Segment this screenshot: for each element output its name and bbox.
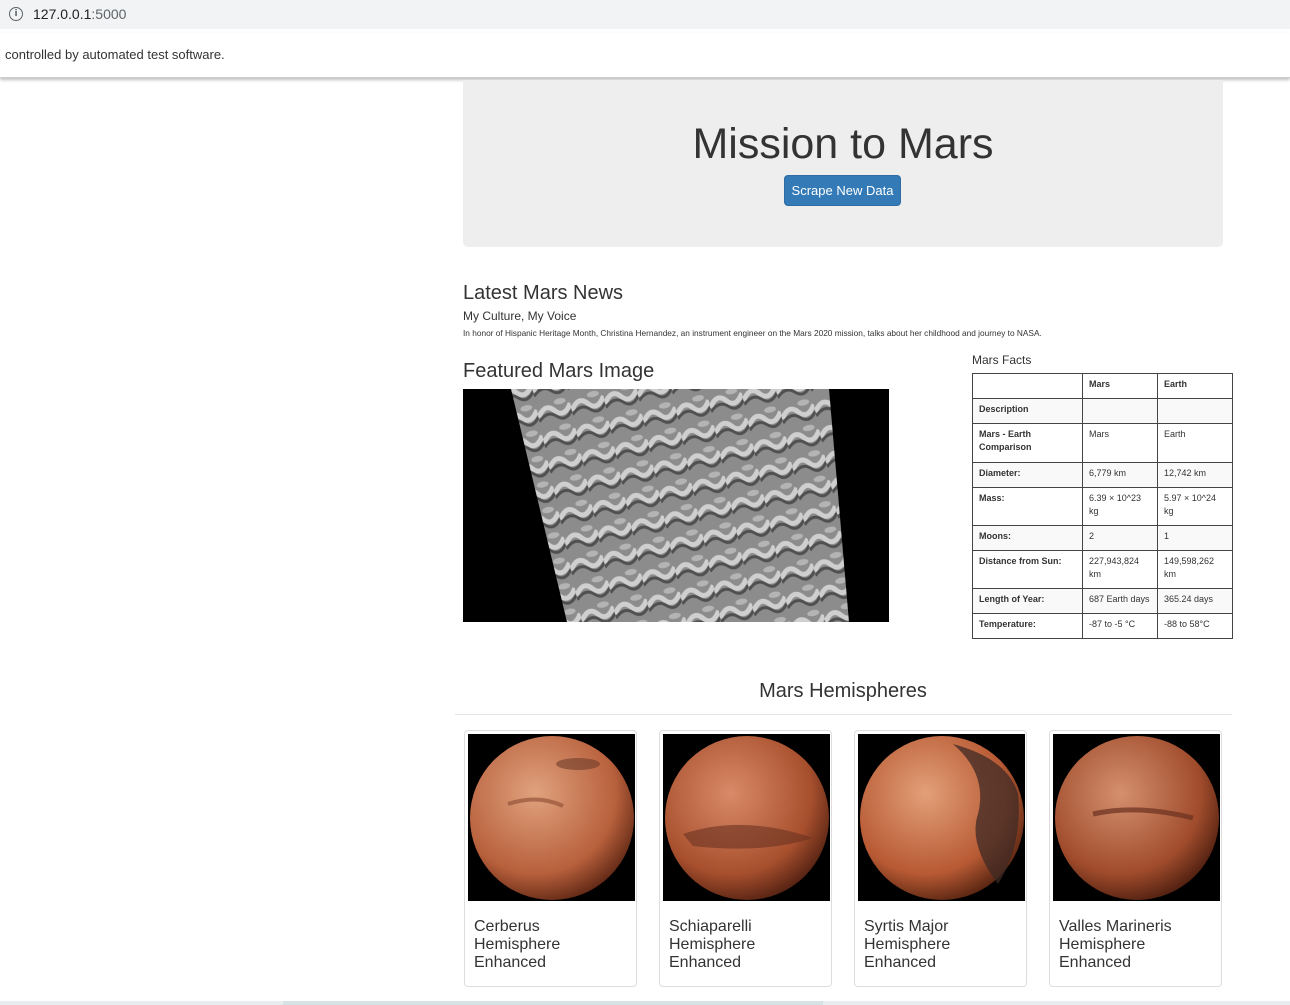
divider xyxy=(455,714,1232,715)
hemisphere-card-cerberus[interactable]: Cerberus Hemisphere Enhanced xyxy=(464,730,637,987)
earth-value: 5.97 × 10^24 kg xyxy=(1157,487,1233,526)
hemisphere-image[interactable] xyxy=(663,734,830,901)
automation-infobar: controlled by automated test software. xyxy=(0,33,1290,78)
page-title: Mission to Mars xyxy=(692,120,994,168)
mars-value: 6.39 × 10^23 kg xyxy=(1082,487,1158,526)
earth-value: Earth xyxy=(1157,423,1233,463)
mars-facts-table: Mars Earth Description Mars - Earth Comp… xyxy=(972,373,1233,639)
row-label: Moons: xyxy=(972,525,1083,551)
url-port: :5000 xyxy=(91,6,127,22)
hemisphere-image[interactable] xyxy=(468,734,635,901)
hemisphere-card-schiaparelli[interactable]: Schiaparelli Hemisphere Enhanced xyxy=(659,730,832,987)
row-label: Description xyxy=(972,398,1083,424)
hemispheres-title: Mars Hemispheres xyxy=(759,680,927,702)
hemisphere-title: Schiaparelli Hemisphere Enhanced xyxy=(669,918,824,972)
url-text[interactable]: 127.0.0.1:5000 xyxy=(33,6,126,22)
hemisphere-title: Valles Marineris Hemisphere Enhanced xyxy=(1059,918,1214,972)
news-headline: My Culture, My Voice xyxy=(463,309,577,323)
row-label: Diameter: xyxy=(972,462,1083,488)
table-row: Description xyxy=(972,398,1233,424)
table-row: Temperature: -87 to -5 °C -88 to 58°C xyxy=(972,613,1233,639)
caption-line: Enhanced xyxy=(864,954,937,971)
url-host: 127.0.0.1 xyxy=(33,6,92,22)
earth-value xyxy=(1157,398,1233,424)
caption-line: Hemisphere xyxy=(474,936,561,953)
news-section-title: Latest Mars News xyxy=(463,282,624,304)
caption-line: Enhanced xyxy=(669,954,742,971)
automation-message: controlled by automated test software. xyxy=(5,47,225,62)
row-label: Mass: xyxy=(972,487,1083,526)
column-header-blank xyxy=(972,373,1083,399)
featured-mars-image[interactable] xyxy=(463,389,889,622)
table-row: Distance from Sun: 227,943,824 km 149,598,… xyxy=(972,550,1233,589)
row-label: Temperature: xyxy=(972,613,1083,639)
table-row: Moons: 2 1 xyxy=(972,525,1233,551)
dunes-image xyxy=(511,389,849,622)
table-row: Mass: 6.39 × 10^23 kg 5.97 × 10^24 kg xyxy=(972,487,1233,526)
featured-image-title: Featured Mars Image xyxy=(463,360,655,382)
caption-line: Enhanced xyxy=(474,954,547,971)
hemisphere-image[interactable] xyxy=(858,734,1025,901)
caption-line: Cerberus xyxy=(474,918,540,935)
table-row: Diameter: 6,779 km 12,742 km xyxy=(972,462,1233,488)
table-row: Length of Year: 687 Earth days 365.24 days xyxy=(972,588,1233,614)
earth-value: 149,598,262 km xyxy=(1157,550,1233,589)
horizontal-scrollbar[interactable] xyxy=(0,1001,1290,1005)
scrape-new-data-button[interactable]: Scrape New Data xyxy=(784,175,901,206)
hemisphere-title: Cerberus Hemisphere Enhanced xyxy=(474,918,629,972)
row-label: Distance from Sun: xyxy=(972,550,1083,589)
mars-value: 687 Earth days xyxy=(1082,588,1158,614)
facts-title: Mars Facts xyxy=(972,353,1032,367)
jumbotron: Mission to Mars Scrape New Data xyxy=(463,80,1223,247)
mars-globe-icon xyxy=(470,736,634,900)
table-row: Mars - Earth Comparison Mars Earth xyxy=(972,423,1233,463)
caption-line: Schiaparelli xyxy=(669,918,752,935)
mars-value: -87 to -5 °C xyxy=(1082,613,1158,639)
news-teaser: In honor of Hispanic Heritage Month, Chr… xyxy=(463,328,1042,338)
mars-globe-icon xyxy=(860,736,1024,900)
mars-value: 6,779 km xyxy=(1082,462,1158,488)
hemisphere-card-syrtis-major[interactable]: Syrtis Major Hemisphere Enhanced xyxy=(854,730,1027,987)
caption-line: Enhanced xyxy=(1059,954,1132,971)
hemisphere-image[interactable] xyxy=(1053,734,1220,901)
mars-value: 2 xyxy=(1082,525,1158,551)
hemisphere-card-valles-marineris[interactable]: Valles Marineris Hemisphere Enhanced xyxy=(1049,730,1222,987)
caption-line: Hemisphere xyxy=(669,936,756,953)
row-label: Length of Year: xyxy=(972,588,1083,614)
hemisphere-title: Syrtis Major Hemisphere Enhanced xyxy=(864,918,1019,972)
earth-value: 365.24 days xyxy=(1157,588,1233,614)
mars-globe-icon xyxy=(665,736,829,900)
earth-value: -88 to 58°C xyxy=(1157,613,1233,639)
row-label: Mars - Earth Comparison xyxy=(972,423,1083,463)
earth-value: 1 xyxy=(1157,525,1233,551)
column-header-earth: Earth xyxy=(1157,373,1233,399)
mars-value xyxy=(1082,398,1158,424)
caption-line: Syrtis Major xyxy=(864,918,949,935)
info-icon[interactable]: i xyxy=(9,7,23,21)
scrollbar-thumb[interactable] xyxy=(283,1001,823,1005)
caption-line: Hemisphere xyxy=(864,936,951,953)
mars-globe-icon xyxy=(1055,736,1219,900)
caption-line: Valles Marineris xyxy=(1059,918,1172,935)
mars-value: Mars xyxy=(1082,423,1158,463)
mars-value: 227,943,824 km xyxy=(1082,550,1158,589)
caption-line: Hemisphere xyxy=(1059,936,1146,953)
address-bar[interactable]: i 127.0.0.1:5000 xyxy=(0,0,1290,29)
column-header-mars: Mars xyxy=(1082,373,1158,399)
earth-value: 12,742 km xyxy=(1157,462,1233,488)
